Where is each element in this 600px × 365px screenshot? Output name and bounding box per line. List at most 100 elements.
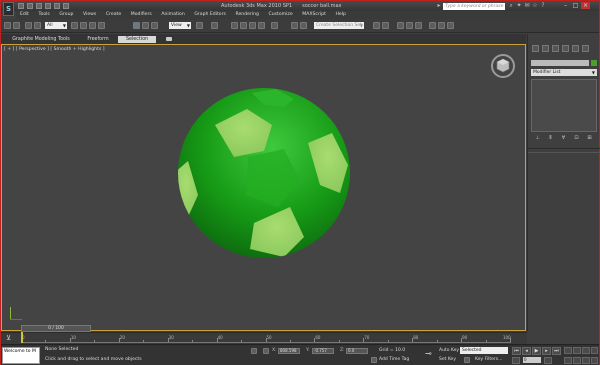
hierarchy-tab-icon[interactable]	[552, 45, 559, 52]
set-key-icon[interactable]: ⊸	[425, 349, 434, 358]
x-coordinate-field[interactable]: 808.598	[278, 348, 300, 354]
pin-stack-icon[interactable]: ⊥	[533, 135, 542, 141]
modifier-stack[interactable]	[531, 79, 597, 132]
menu-create[interactable]: Create	[102, 11, 125, 19]
open-file-icon[interactable]	[27, 3, 33, 9]
maximize-viewport-icon[interactable]	[591, 357, 598, 364]
unlink-icon[interactable]	[34, 22, 41, 29]
utilities-tab-icon[interactable]	[582, 45, 589, 52]
curve-editor-icon[interactable]	[397, 22, 404, 29]
add-time-tag-button[interactable]: Add Time Tag	[379, 357, 409, 362]
current-frame-field[interactable]: 0	[523, 357, 541, 363]
timeline-ruler[interactable]: 0 10 20 30 40 50 60 70 80 90 100	[21, 335, 511, 343]
go-to-end-icon[interactable]: ⏭	[552, 347, 561, 355]
make-unique-icon[interactable]: ∀	[559, 135, 568, 141]
edit-named-selection-icon[interactable]	[271, 22, 278, 29]
favorites-icon[interactable]: ☆	[532, 3, 538, 9]
modifier-list-dropdown[interactable]: Modifier List ▼	[531, 69, 597, 76]
time-tag-icon[interactable]	[371, 357, 377, 363]
menu-views[interactable]: Views	[79, 11, 100, 19]
go-to-start-icon[interactable]: ⏮	[512, 347, 521, 355]
layer-manager-icon[interactable]	[373, 22, 380, 29]
rendered-frame-window-icon[interactable]	[438, 22, 445, 29]
selection-filter-dropdown[interactable]: All ▼	[45, 22, 67, 29]
schematic-view-icon[interactable]	[406, 22, 413, 29]
show-end-result-icon[interactable]: Ⅱ	[546, 135, 555, 141]
move-icon[interactable]	[133, 22, 140, 29]
subscription-icon[interactable]: ✦	[516, 3, 522, 9]
play-icon[interactable]: ▶	[532, 347, 541, 355]
configure-modifier-sets-icon[interactable]: ⊞	[585, 135, 594, 141]
rotate-icon[interactable]	[142, 22, 149, 29]
remove-modifier-icon[interactable]: ⊡	[572, 135, 581, 141]
select-by-name-icon[interactable]	[80, 22, 87, 29]
soccer-ball[interactable]	[2, 45, 527, 332]
object-color-swatch[interactable]	[591, 60, 597, 66]
maxscript-listener[interactable]: Welcome to M	[2, 347, 40, 364]
scale-icon[interactable]	[151, 22, 158, 29]
menu-animation[interactable]: Animation	[157, 11, 188, 19]
menu-group[interactable]: Group	[55, 11, 77, 19]
help-icon[interactable]: ?	[540, 3, 546, 9]
key-mode-toggle-icon[interactable]	[512, 357, 520, 364]
tab-freeform[interactable]: Freeform	[81, 36, 115, 43]
close-button[interactable]: ×	[581, 2, 590, 9]
graphite-toggle-icon[interactable]	[382, 22, 389, 29]
app-logo-icon[interactable]: S	[3, 2, 14, 16]
display-tab-icon[interactable]	[572, 45, 579, 52]
z-coordinate-field[interactable]: 0.0	[346, 348, 368, 354]
mini-curve-editor-icon[interactable]: ⊻	[4, 334, 13, 342]
zoom-extents-all-icon[interactable]	[591, 347, 598, 354]
object-name-field[interactable]	[531, 60, 589, 66]
communication-center-icon[interactable]: ✉	[524, 3, 530, 9]
menu-tools[interactable]: Tools	[35, 11, 54, 19]
tab-selection[interactable]: Selection	[118, 36, 156, 43]
undo-icon[interactable]	[45, 3, 51, 9]
redo-icon[interactable]	[54, 3, 60, 9]
mirror-icon[interactable]	[291, 22, 298, 29]
zoom-icon[interactable]	[564, 347, 572, 354]
undo-tool-icon[interactable]	[4, 22, 11, 29]
motion-tab-icon[interactable]	[562, 45, 569, 52]
set-key-button[interactable]: Set Key	[439, 357, 456, 362]
perspective-viewport[interactable]: [ + ] [ Perspective ] [ Smooth + Highlig…	[1, 44, 526, 331]
key-filters-button[interactable]: Key Filters...	[475, 357, 502, 362]
search-arrow-icon[interactable]: ▸	[436, 3, 442, 9]
redo-tool-icon[interactable]	[13, 22, 20, 29]
key-filters-icon[interactable]	[464, 357, 470, 363]
create-tab-icon[interactable]	[532, 45, 539, 52]
save-file-icon[interactable]	[36, 3, 42, 9]
menu-rendering[interactable]: Rendering	[231, 11, 262, 19]
search-input[interactable]: Type a keyword or phrase	[443, 3, 505, 10]
window-crossing-icon[interactable]	[98, 22, 105, 29]
pivot-center-icon[interactable]	[196, 22, 203, 29]
new-file-icon[interactable]	[18, 3, 24, 9]
select-object-icon[interactable]	[71, 22, 78, 29]
angle-snap-icon[interactable]	[240, 22, 247, 29]
field-of-view-icon[interactable]	[564, 357, 572, 364]
timeline[interactable]: 0 10 20 30 40 50 60 70 80 90 100	[1, 332, 527, 344]
previous-frame-icon[interactable]: ◂	[522, 347, 531, 355]
minimize-button[interactable]: –	[561, 2, 570, 9]
menu-help[interactable]: Help	[331, 11, 349, 19]
menu-customize[interactable]: Customize	[265, 11, 297, 19]
zoom-extents-icon[interactable]	[582, 347, 590, 354]
y-coordinate-field[interactable]: -0.757	[312, 348, 334, 354]
auto-key-button[interactable]: Auto Key	[439, 348, 459, 353]
pan-view-icon[interactable]	[573, 357, 581, 364]
orbit-icon[interactable]	[582, 357, 590, 364]
search-icon[interactable]: ⌕	[508, 3, 514, 9]
spinner-snap-icon[interactable]	[258, 22, 265, 29]
lock-selection-icon[interactable]	[251, 348, 257, 354]
absolute-mode-icon[interactable]	[263, 348, 269, 354]
rectangular-selection-icon[interactable]	[89, 22, 96, 29]
menu-maxscript[interactable]: MAXScript	[298, 11, 330, 19]
snaps-toggle-icon[interactable]	[231, 22, 238, 29]
menu-edit[interactable]: Edit	[16, 11, 33, 19]
select-manipulate-icon[interactable]	[211, 22, 218, 29]
reference-coord-dropdown[interactable]: View ▼	[169, 22, 191, 29]
key-mode-dropdown[interactable]: Selected	[460, 347, 508, 354]
modify-tab-icon[interactable]	[542, 45, 549, 52]
menu-graph-editors[interactable]: Graph Editors	[190, 11, 230, 19]
zoom-all-icon[interactable]	[573, 347, 581, 354]
